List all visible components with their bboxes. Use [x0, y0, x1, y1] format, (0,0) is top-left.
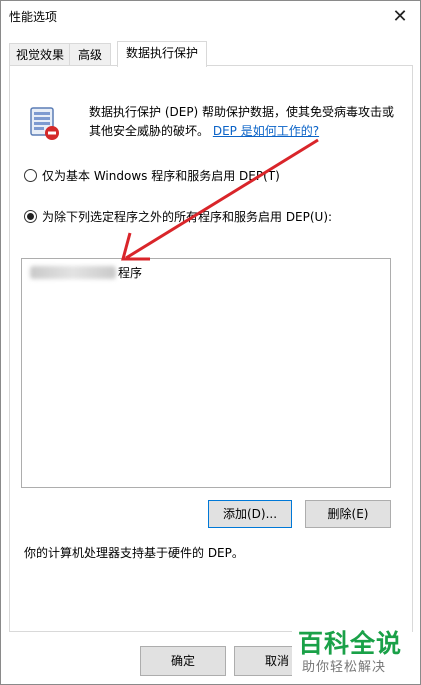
tab-label: 数据执行保护	[125, 46, 198, 60]
add-button[interactable]: 添加(D)...	[208, 500, 292, 528]
cancel-button-label: 取消	[264, 654, 289, 668]
performance-options-dialog: 性能选项 ✕ 视觉效果 高级 数据执行保护 数据执行保护 (DEP) 帮助保护数…	[0, 0, 421, 685]
close-button[interactable]: ✕	[380, 1, 420, 32]
list-item[interactable]: 程序	[30, 264, 142, 281]
radio-basic-dep[interactable]: 仅为基本 Windows 程序和服务启用 DEP(T)	[24, 167, 280, 184]
remove-button-label: 删除(E)	[327, 507, 369, 521]
dep-shield-icon	[30, 107, 59, 140]
watermark-main-text: 百科全说	[298, 629, 403, 658]
watermark-sub-text: 助你轻松解决	[302, 660, 387, 675]
tab-advanced[interactable]: 高级	[69, 43, 111, 66]
tab-strip: 视觉效果 高级 数据执行保护	[9, 41, 413, 67]
close-icon: ✕	[392, 6, 408, 27]
tab-label: 视觉效果	[15, 48, 64, 62]
dep-description: 数据执行保护 (DEP) 帮助保护数据，使其免受病毒攻击或其他安全威胁的破坏。 …	[89, 103, 399, 141]
tab-label: 高级	[77, 48, 102, 62]
tab-data-execution-prevention[interactable]: 数据执行保护	[117, 41, 207, 67]
watermark-logo: 百科全说 助你轻松解决	[292, 622, 412, 680]
ok-button-label: 确定	[170, 654, 195, 668]
title-bar[interactable]: 性能选项 ✕	[1, 1, 420, 32]
radio-all-except-dep[interactable]: 为除下列选定程序之外的所有程序和服务启用 DEP(U):	[24, 208, 332, 225]
dep-help-link[interactable]: DEP 是如何工作的?	[213, 124, 319, 138]
add-button-label: 添加(D)...	[222, 507, 278, 521]
list-item-suffix: 程序	[118, 266, 143, 280]
window-title: 性能选项	[9, 10, 58, 24]
radio-all-except-indicator[interactable]	[24, 210, 37, 223]
radio-basic-label: 仅为基本 Windows 程序和服务启用 DEP(T)	[42, 169, 280, 183]
tab-visual-effects[interactable]: 视觉效果	[9, 43, 71, 66]
remove-button[interactable]: 删除(E)	[305, 500, 391, 528]
radio-basic-indicator[interactable]	[24, 169, 37, 182]
ok-button[interactable]: 确定	[140, 646, 226, 676]
dep-tab-panel: 数据执行保护 (DEP) 帮助保护数据，使其免受病毒攻击或其他安全威胁的破坏。 …	[9, 65, 413, 632]
program-listbox[interactable]: 程序	[21, 258, 391, 488]
radio-all-except-label: 为除下列选定程序之外的所有程序和服务启用 DEP(U):	[42, 210, 333, 224]
hardware-dep-note: 你的计算机处理器支持基于硬件的 DEP。	[24, 546, 244, 560]
blurred-program-name	[30, 266, 116, 279]
